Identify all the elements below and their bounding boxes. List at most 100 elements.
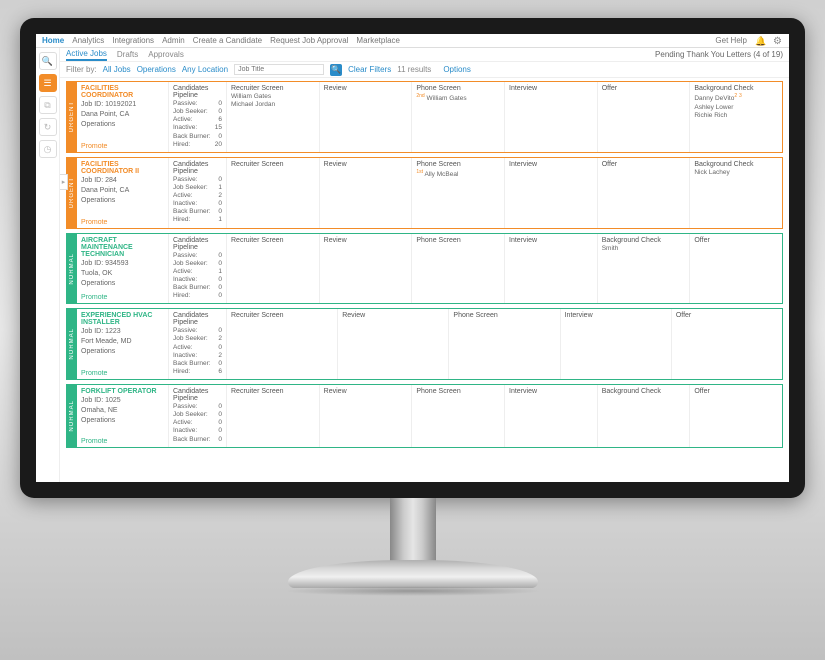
job-title-link[interactable]: FORKLIFT OPERATOR	[81, 388, 164, 395]
stage-column[interactable]: Offer	[598, 158, 691, 228]
stage-column[interactable]: Review	[320, 385, 413, 447]
stage-column[interactable]: Recruiter Screen	[227, 158, 320, 228]
pipeline-row: Back Burner:0	[173, 208, 222, 216]
nav-home[interactable]: Home	[42, 36, 64, 45]
stage-column[interactable]: Offer	[672, 309, 782, 379]
stage-column[interactable]: Interview	[505, 385, 598, 447]
job-job-id: Job ID: 10192021	[81, 100, 164, 109]
clear-filters-link[interactable]: Clear Filters	[348, 65, 391, 74]
job-card[interactable]: NORMALAIRCRAFT MAINTENANCE TECHNICIANJob…	[66, 233, 783, 305]
clock-icon[interactable]: ◷	[39, 140, 57, 158]
stage-column[interactable]: Recruiter Screen	[227, 385, 320, 447]
stage-column[interactable]: Interview	[505, 234, 598, 304]
list-icon[interactable]: ☰	[39, 74, 57, 92]
pipeline-row: Back Burner:0	[173, 436, 222, 444]
stage-column[interactable]: Review	[338, 309, 449, 379]
stage-column[interactable]: Background CheckNick Lachey	[690, 158, 782, 228]
promote-link[interactable]: Promote	[81, 143, 107, 150]
pipeline-column: Candidates PipelinePassive:0Job Seeker:0…	[169, 385, 227, 447]
stage-column[interactable]: Recruiter Screen	[227, 234, 320, 304]
tab-drafts[interactable]: Drafts	[117, 50, 138, 59]
stage-column[interactable]: Review	[320, 82, 413, 152]
job-card[interactable]: NORMALEXPERIENCED HVAC INSTALLERJob ID: …	[66, 308, 783, 380]
pipeline-row: Active:6	[173, 116, 222, 124]
stage-header: Interview	[509, 161, 593, 168]
stage-column[interactable]: Background CheckSmith	[598, 234, 691, 304]
candidate-chip[interactable]: 1st Ally McBeal	[416, 169, 500, 180]
promote-link[interactable]: Promote	[81, 370, 107, 377]
job-location: Omaha, NE	[81, 406, 164, 415]
job-title-link[interactable]: EXPERIENCED HVAC INSTALLER	[81, 312, 164, 326]
filter-operations[interactable]: Operations	[137, 65, 176, 74]
stage-header: Background Check	[602, 388, 686, 395]
filter-by-label: Filter by:	[66, 65, 97, 74]
candidate-chip[interactable]: William Gates	[231, 93, 315, 101]
candidate-chip[interactable]: Ashley Lower	[694, 104, 778, 112]
job-card[interactable]: URGENTFACILITIES COORDINATORJob ID: 1019…	[66, 81, 783, 153]
candidate-chip[interactable]: Michael Jordan	[231, 101, 315, 109]
search-icon[interactable]: 🔍	[39, 52, 57, 70]
nav-analytics[interactable]: Analytics	[72, 36, 104, 45]
pipeline-row: Hired:1	[173, 216, 222, 224]
job-list[interactable]: URGENTFACILITIES COORDINATORJob ID: 1019…	[60, 78, 789, 482]
search-button[interactable]: 🔍	[330, 64, 342, 76]
nav-integrations[interactable]: Integrations	[112, 36, 154, 45]
stage-column[interactable]: Interview	[505, 82, 598, 152]
job-title-link[interactable]: FACILITIES COORDINATOR	[81, 85, 164, 99]
tab-approvals[interactable]: Approvals	[148, 50, 184, 59]
stage-header: Recruiter Screen	[231, 388, 315, 395]
stage-header: Recruiter Screen	[231, 237, 315, 244]
job-info: FACILITIES COORDINATORJob ID: 10192021Da…	[77, 82, 169, 152]
job-card[interactable]: URGENTFACILITIES COORDINATOR IIJob ID: 2…	[66, 157, 783, 229]
monitor-screen: Home Analytics Integrations Admin Create…	[36, 34, 789, 482]
stage-column[interactable]: Phone Screen	[412, 385, 505, 447]
history-icon[interactable]: ↻	[39, 118, 57, 136]
stage-header: Recruiter Screen	[231, 312, 333, 319]
stage-header: Interview	[509, 85, 593, 92]
stage-column[interactable]: Offer	[690, 385, 782, 447]
nav-admin[interactable]: Admin	[162, 36, 185, 45]
candidate-chip[interactable]: 2nd William Gates	[416, 93, 500, 104]
job-department: Operations	[81, 416, 164, 425]
stage-column[interactable]: Phone Screen	[449, 309, 560, 379]
gear-icon[interactable]	[773, 36, 783, 46]
stage-column[interactable]: Phone Screen	[412, 234, 505, 304]
expand-panel-toggle[interactable]: ▸	[60, 174, 68, 190]
stage-column[interactable]: Recruiter Screen	[227, 309, 338, 379]
options-link[interactable]: Options	[443, 65, 471, 74]
candidate-chip[interactable]: Danny DeVito2 3	[694, 93, 778, 104]
nav-request-approval[interactable]: Request Job Approval	[270, 36, 348, 45]
stage-column[interactable]: Interview	[505, 158, 598, 228]
pending-thank-you-link[interactable]: Pending Thank You Letters (4 of 19)	[655, 50, 783, 59]
stage-column[interactable]: Interview	[561, 309, 672, 379]
job-card[interactable]: NORMALFORKLIFT OPERATORJob ID: 1025Omaha…	[66, 384, 783, 448]
candidate-chip[interactable]: Nick Lachey	[694, 169, 778, 177]
stage-column[interactable]: Offer	[690, 234, 782, 304]
stage-column[interactable]: Review	[320, 158, 413, 228]
job-title-link[interactable]: AIRCRAFT MAINTENANCE TECHNICIAN	[81, 237, 164, 258]
stage-column[interactable]: Background CheckDanny DeVito2 3Ashley Lo…	[690, 82, 782, 152]
nav-create-candidate[interactable]: Create a Candidate	[193, 36, 262, 45]
job-info: FORKLIFT OPERATORJob ID: 1025Omaha, NEOp…	[77, 385, 169, 447]
promote-link[interactable]: Promote	[81, 219, 107, 226]
stage-column[interactable]: Phone Screen2nd William Gates	[412, 82, 505, 152]
tab-active-jobs[interactable]: Active Jobs	[66, 49, 107, 61]
job-title-link[interactable]: FACILITIES COORDINATOR II	[81, 161, 164, 175]
pipeline-row: Job Seeker:0	[173, 108, 222, 116]
candidate-chip[interactable]: Richie Rich	[694, 112, 778, 120]
stage-column[interactable]: Recruiter ScreenWilliam GatesMichael Jor…	[227, 82, 320, 152]
stage-column[interactable]: Phone Screen1st Ally McBeal	[412, 158, 505, 228]
filter-all-jobs[interactable]: All Jobs	[103, 65, 131, 74]
stage-column[interactable]: Offer	[598, 82, 691, 152]
promote-link[interactable]: Promote	[81, 438, 107, 445]
filter-any-location[interactable]: Any Location	[182, 65, 228, 74]
promote-link[interactable]: Promote	[81, 294, 107, 301]
bell-icon[interactable]	[755, 36, 765, 46]
job-title-search-input[interactable]	[234, 64, 324, 75]
copy-icon[interactable]: ⧉	[39, 96, 57, 114]
nav-marketplace[interactable]: Marketplace	[356, 36, 400, 45]
get-help-link[interactable]: Get Help	[715, 36, 747, 45]
stage-column[interactable]: Background Check	[598, 385, 691, 447]
candidate-chip[interactable]: Smith	[602, 245, 686, 253]
stage-column[interactable]: Review	[320, 234, 413, 304]
